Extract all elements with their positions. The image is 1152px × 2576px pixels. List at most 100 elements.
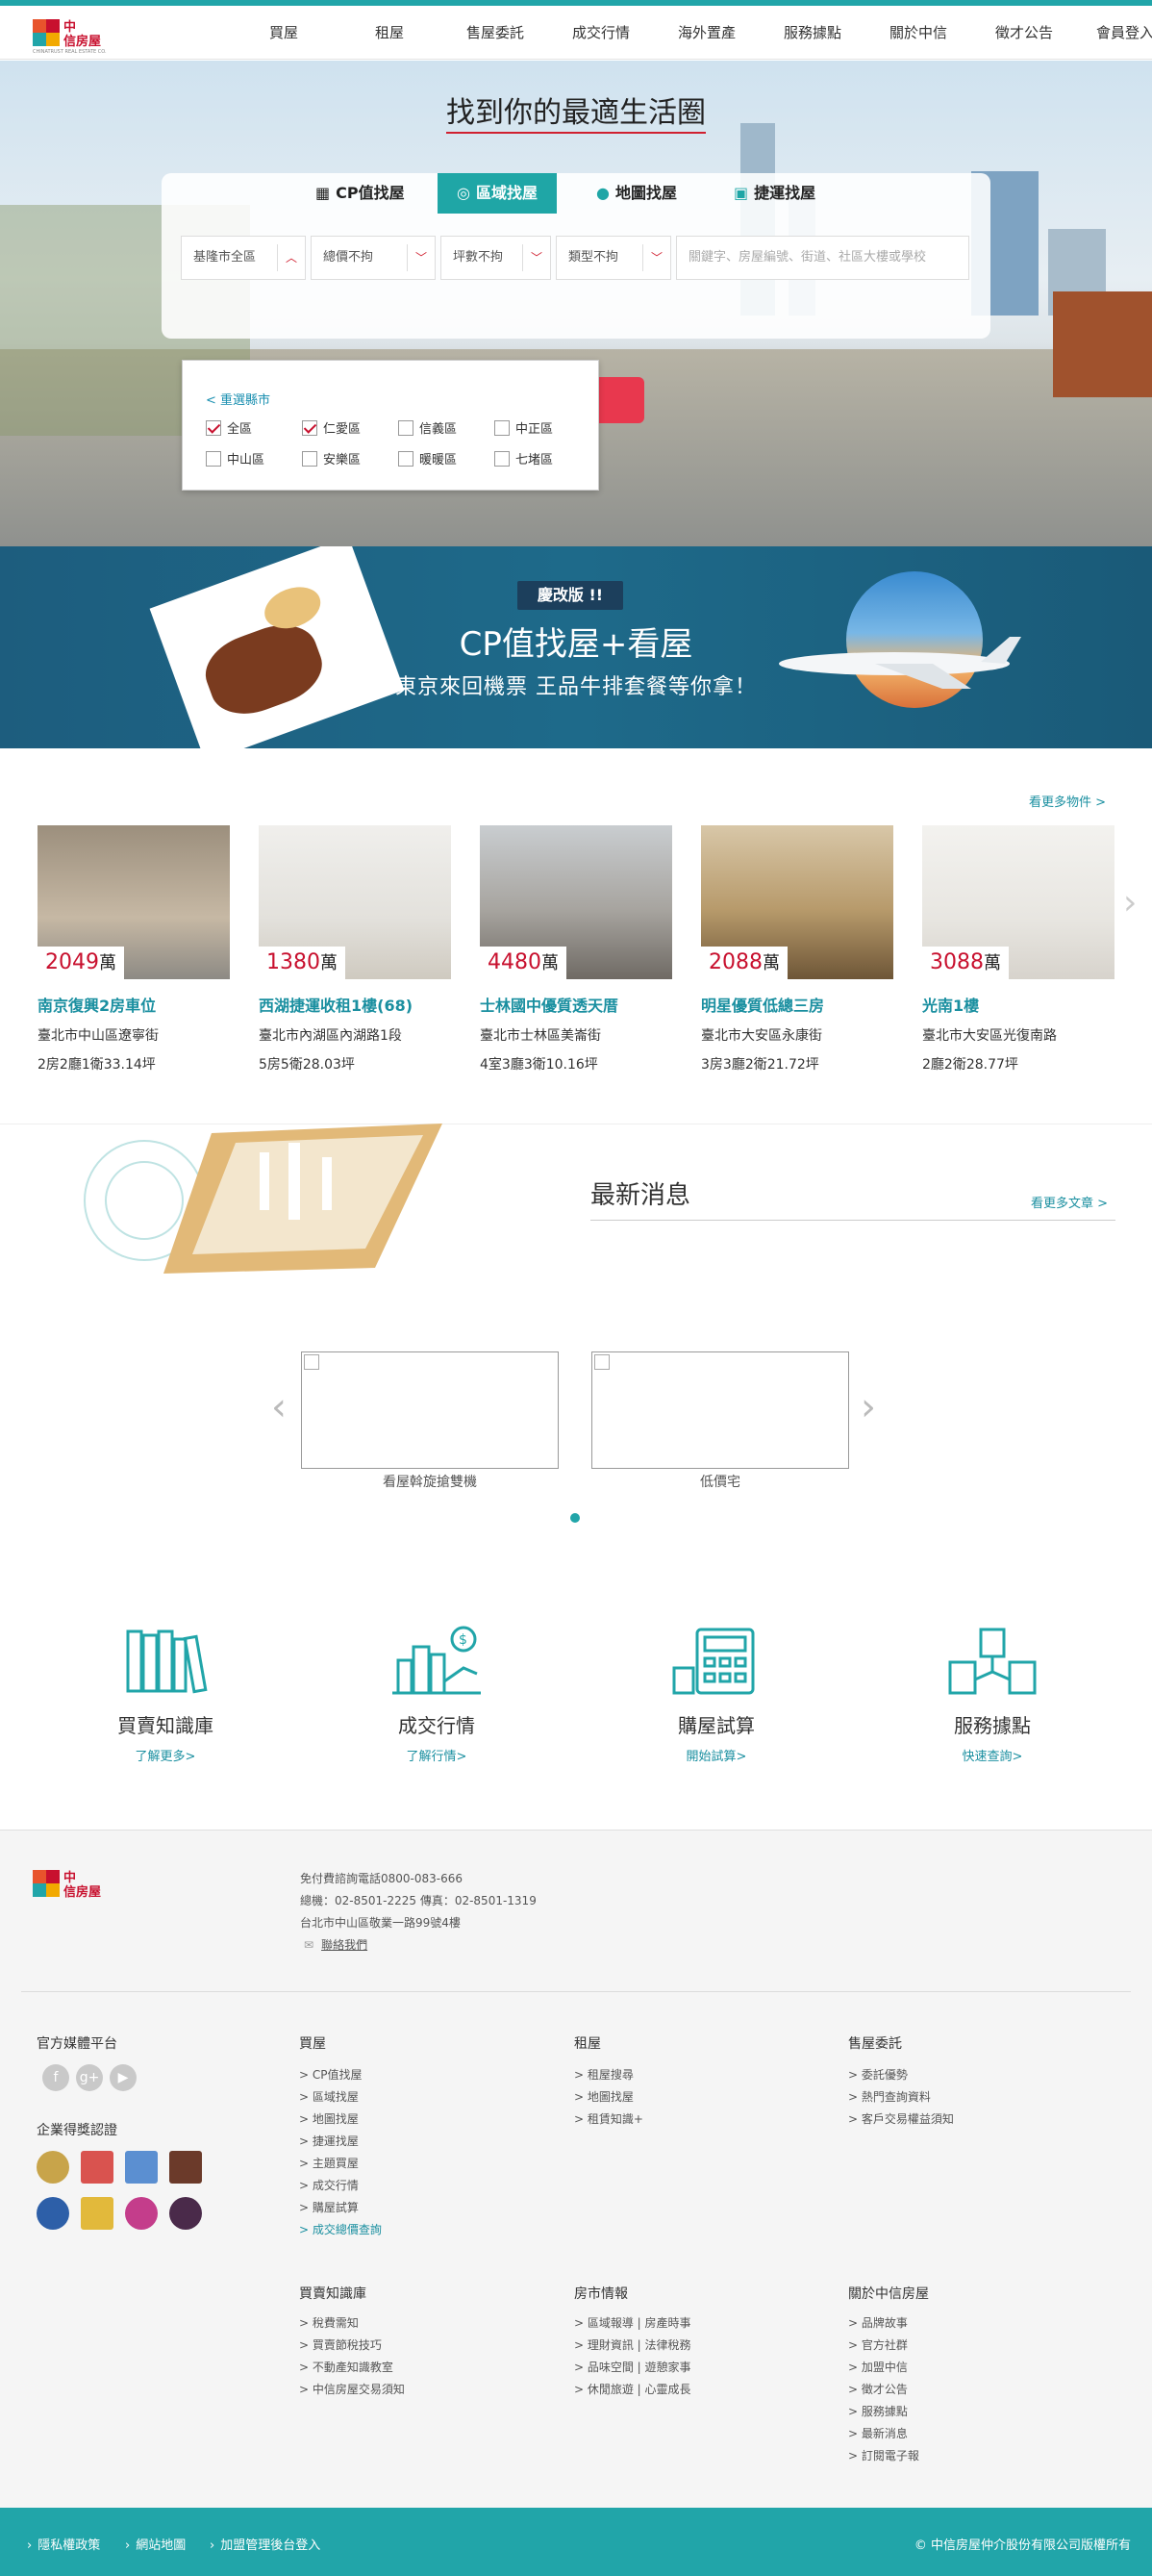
- district-checkbox[interactable]: 信義區: [398, 418, 457, 437]
- footer-logo[interactable]: 中 信房屋: [33, 1866, 119, 1912]
- footer-link[interactable]: > 官方社群: [848, 2335, 919, 2357]
- city-select[interactable]: 基隆市全區 ︿: [181, 236, 306, 280]
- footer-link[interactable]: > 中信房屋交易須知: [299, 2379, 405, 2401]
- footer-link[interactable]: > 理財資訊 | 法律稅務: [574, 2335, 691, 2357]
- chevron-right-icon[interactable]: ›: [861, 1385, 876, 1429]
- footer-contact-info: 免付費諮詢電話0800-083-666 總機：02-8501-2225 傳真：0…: [300, 1868, 537, 1957]
- service-link[interactable]: 了解更多>: [88, 1746, 242, 1764]
- carousel-dot-active[interactable]: [570, 1513, 580, 1523]
- nav-sell[interactable]: 售屋委託: [452, 6, 538, 60]
- youtube-icon[interactable]: ▶: [110, 2064, 137, 2091]
- privacy-link[interactable]: › 隱私權政策: [27, 2535, 100, 2553]
- footer-col-title: 買賣知識庫: [299, 2286, 366, 2302]
- news-slide-caption[interactable]: 低價宅: [591, 1472, 849, 1491]
- google-plus-icon[interactable]: g+: [76, 2064, 103, 2091]
- footer-link[interactable]: > 品味空間 | 遊憩家事: [574, 2357, 691, 2379]
- footer-link[interactable]: > 品牌故事: [848, 2312, 919, 2335]
- more-listings-link[interactable]: 看更多物件 >: [1029, 792, 1106, 810]
- footer-link[interactable]: > 地圖找屋: [299, 2109, 382, 2131]
- tab-cp-search[interactable]: ▦ CP值找屋: [315, 173, 405, 214]
- checkbox: [494, 419, 510, 436]
- map-pin-icon: ●: [596, 184, 610, 202]
- footer-link[interactable]: > 捷運找屋: [299, 2131, 382, 2153]
- news-slide-image[interactable]: [591, 1351, 849, 1469]
- service-link[interactable]: 開始試算>: [639, 1746, 793, 1764]
- nav-branches[interactable]: 服務據點: [769, 6, 856, 60]
- district-checkbox[interactable]: 安樂區: [302, 449, 361, 467]
- district-checkbox[interactable]: 仁愛區: [302, 418, 361, 437]
- nav-buy[interactable]: 買屋: [250, 6, 317, 60]
- footer-link[interactable]: > 主題買屋: [299, 2153, 382, 2175]
- footer-link[interactable]: > 訂閱電子報: [848, 2445, 919, 2467]
- more-articles-link[interactable]: 看更多文章 >: [1031, 1193, 1108, 1211]
- footer-link[interactable]: > 買賣節稅技巧: [299, 2335, 405, 2357]
- facebook-icon[interactable]: f: [42, 2064, 69, 2091]
- district-checkbox[interactable]: 暖暖區: [398, 449, 457, 467]
- news-slide-image[interactable]: [301, 1351, 559, 1469]
- keyword-input[interactable]: 關鍵字、房屋編號、街道、社區大樓或學校: [676, 236, 969, 280]
- nav-rent[interactable]: 租屋: [356, 6, 423, 60]
- district-checkbox[interactable]: 全區: [206, 418, 252, 437]
- reselect-city-link[interactable]: < 重選縣市: [206, 390, 270, 408]
- service-knowledge[interactable]: 買賣知識庫 了解更多>: [88, 1626, 242, 1764]
- footer-link[interactable]: > 稅費需知: [299, 2312, 405, 2335]
- type-select[interactable]: 類型不拘 ﹀: [556, 236, 671, 280]
- nav-overseas[interactable]: 海外置產: [664, 6, 750, 60]
- district-checkbox[interactable]: 中山區: [206, 449, 264, 467]
- service-branches[interactable]: 服務據點 快速查詢>: [915, 1626, 1069, 1764]
- tab-mrt-search[interactable]: ▣ 捷運找屋: [734, 173, 815, 214]
- footer-link[interactable]: > 成交總價查詢: [299, 2219, 382, 2241]
- nav-login[interactable]: 會員登入: [1082, 6, 1152, 60]
- footer-link[interactable]: > CP值找屋: [299, 2064, 382, 2086]
- footer-link[interactable]: > 租賃知識+: [574, 2109, 643, 2131]
- site-logo[interactable]: 中 信房屋 CHINATRUST REAL ESTATE CO.: [33, 15, 119, 55]
- nav-about[interactable]: 關於中信: [875, 6, 962, 60]
- footer-link[interactable]: > 區域找屋: [299, 2086, 382, 2109]
- footer-link[interactable]: > 不動產知識教室: [299, 2357, 405, 2379]
- tab-area-search[interactable]: ◎ 區域找屋: [438, 173, 557, 214]
- footer-link[interactable]: > 客戶交易權益須知: [848, 2109, 954, 2131]
- listing-card[interactable]: 2088萬 明星優質低總三房 臺北市大安區永康街 3房3廳2衛21.72坪: [701, 825, 893, 1073]
- footer-link[interactable]: > 委託優勢: [848, 2064, 954, 2086]
- footer-col-links: > 委託優勢 > 熱門查詢資料 > 客戶交易權益須知: [848, 2064, 954, 2131]
- promo-banner[interactable]: 慶改版 !! CP值找屋+看屋 東京來回機票 王品牛排套餐等你拿！: [0, 546, 1152, 748]
- footer-col-title: 房市情報: [574, 2286, 628, 2302]
- footer-link[interactable]: > 最新消息: [848, 2423, 919, 2445]
- footer-link[interactable]: > 休閒旅遊 | 心靈成長: [574, 2379, 691, 2401]
- footer-link[interactable]: > 加盟中信: [848, 2357, 919, 2379]
- service-link[interactable]: 了解行情>: [360, 1746, 513, 1764]
- footer-link[interactable]: > 地圖找屋: [574, 2086, 643, 2109]
- footer-link[interactable]: > 服務據點: [848, 2401, 919, 2423]
- district-checkbox[interactable]: 中正區: [494, 418, 553, 437]
- nav-deals[interactable]: 成交行情: [558, 6, 644, 60]
- footer-link[interactable]: > 熱門查詢資料: [848, 2086, 954, 2109]
- service-deals[interactable]: $ 成交行情 了解行情>: [360, 1626, 513, 1764]
- search-panel: ▦ CP值找屋 ◎ 區域找屋 ● 地圖找屋 ▣ 捷運找屋 基隆市全區 ︿ 總價不拘 ﹀ 坪數…: [162, 173, 990, 339]
- footer-link[interactable]: > 租屋搜尋: [574, 2064, 643, 2086]
- sitemap-link[interactable]: › 網站地圖: [125, 2535, 186, 2553]
- footer-link[interactable]: > 徵才公告: [848, 2379, 919, 2401]
- branch-network-icon: [948, 1628, 1037, 1695]
- service-link[interactable]: 快速查詢>: [915, 1746, 1069, 1764]
- footer-link[interactable]: > 成交行情: [299, 2175, 382, 2197]
- tab-map-search[interactable]: ● 地圖找屋: [596, 173, 677, 214]
- listing-title: 南京復興2房車位: [38, 997, 157, 1015]
- chevron-right-icon[interactable]: ›: [1123, 883, 1137, 922]
- news-slide-caption[interactable]: 看屋斡旋搶雙機: [301, 1472, 559, 1491]
- chevron-left-icon[interactable]: ‹: [271, 1385, 287, 1429]
- contact-us-link[interactable]: ✉ 聯絡我們: [304, 1934, 537, 1957]
- footer-link[interactable]: > 購屋試算: [299, 2197, 382, 2219]
- footer-link[interactable]: > 區域報導 | 房產時事: [574, 2312, 691, 2335]
- chevron-right-icon: ›: [27, 2538, 33, 2553]
- franchise-login-link[interactable]: › 加盟管理後台登入: [210, 2535, 320, 2553]
- price-select[interactable]: 總價不拘 ﹀: [311, 236, 436, 280]
- listing-card[interactable]: 2049萬 南京復興2房車位 臺北市中山區遼寧街 2房2廳1衛33.14坪: [38, 825, 230, 1073]
- service-calculator[interactable]: 購屋試算 開始試算>: [639, 1626, 793, 1764]
- listing-card[interactable]: 4480萬 士林國中優質透天厝 臺北市士林區美崙街 4室3廳3衛10.16坪: [480, 825, 672, 1073]
- district-checkbox[interactable]: 七堵區: [494, 449, 553, 467]
- listing-layout: 3房3廳2衛21.72坪: [701, 1057, 819, 1073]
- size-select[interactable]: 坪數不拘 ﹀: [440, 236, 551, 280]
- listing-card[interactable]: 3088萬 光南1樓 臺北市大安區光復南路 2廳2衛28.77坪: [922, 825, 1114, 1073]
- listing-card[interactable]: 1380萬 西湖捷運收租1樓(68) 臺北市內湖區內湖路1段 5房5衛28.03…: [259, 825, 451, 1073]
- nav-careers[interactable]: 徵才公告: [981, 6, 1067, 60]
